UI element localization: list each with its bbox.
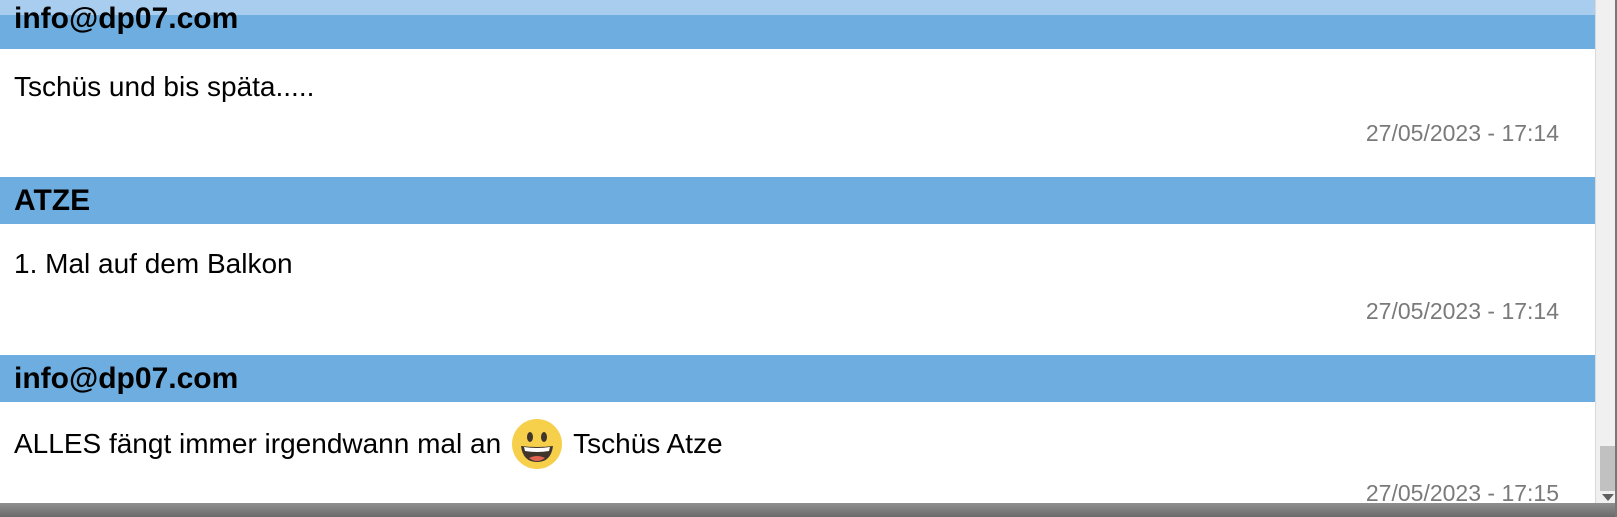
author-name: info@dp07.com xyxy=(14,362,239,395)
author-name: info@dp07.com xyxy=(14,2,239,35)
message-author: info@dp07.com xyxy=(0,355,1596,402)
top-strip xyxy=(0,0,1596,15)
message-author: ATZE xyxy=(0,177,1596,224)
bottom-frame-bar xyxy=(0,503,1617,517)
message-timestamp: 27/05/2023 - 17:14 xyxy=(1365,120,1559,146)
message-timestamp: 27/05/2023 - 17:14 xyxy=(1365,298,1559,324)
message-text-part: ALLES fängt immer irgendwann mal an xyxy=(14,428,502,459)
vertical-scrollbar[interactable] xyxy=(1595,0,1617,503)
message-text-part: Tschüs Atze xyxy=(573,428,723,459)
message-author: info@dp07.com xyxy=(0,4,1596,49)
scroll-down-arrow-icon[interactable] xyxy=(1602,494,1614,501)
message-text: Tschüs und bis späta..... xyxy=(14,71,315,102)
scrollbar-thumb[interactable] xyxy=(1600,446,1615,491)
message-text: 1. Mal auf dem Balkon xyxy=(14,248,293,279)
author-name: ATZE xyxy=(14,184,91,217)
message-text: ALLES fängt immer irgendwann mal an Tsch… xyxy=(14,418,723,470)
grinning-face-emoji-icon xyxy=(512,419,563,469)
message-feed[interactable]: info@dp07.com Tschüs und bis späta..... … xyxy=(0,0,1596,506)
chat-window: info@dp07.com Tschüs und bis späta..... … xyxy=(0,0,1617,517)
